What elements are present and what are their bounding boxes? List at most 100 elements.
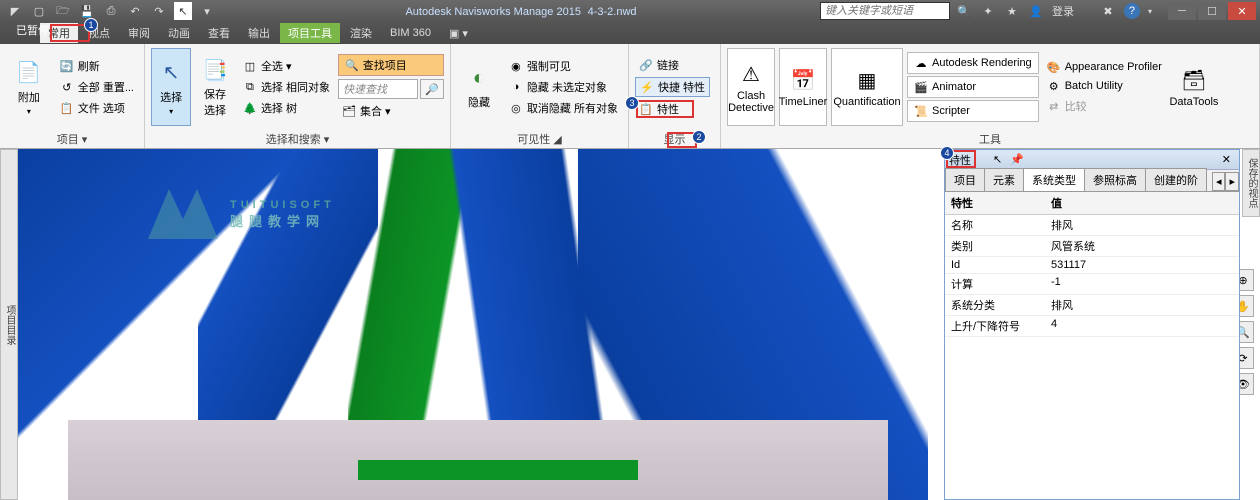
panel-close-button[interactable]: ✕ (1218, 153, 1235, 166)
batch-utility-button[interactable]: ⚙Batch Utility (1043, 78, 1166, 94)
tool-icon-2[interactable]: ★ (1004, 3, 1020, 19)
property-row[interactable]: 系统分类排风 (945, 295, 1239, 316)
profiler-icon: 🎨 (1047, 60, 1061, 74)
exchange-icon[interactable]: ✖ (1100, 3, 1116, 19)
binoculars-icon[interactable]: 🔍 (956, 3, 972, 19)
ptab-scroll-right-icon[interactable]: ▸ (1225, 172, 1239, 191)
minimize-button[interactable]: ─ (1168, 2, 1196, 20)
prop-key: 名称 (945, 215, 1045, 235)
left-tab-selection-tree[interactable]: 项目目录 (2, 301, 17, 349)
quantification-button[interactable]: ▦Quantification (831, 48, 903, 126)
redo-icon[interactable]: ↷ (150, 2, 168, 20)
tool-icon-1[interactable]: ✦ (980, 3, 996, 19)
prop-key: 系统分类 (945, 295, 1045, 315)
tab-item-tools[interactable]: 项目工具 (280, 23, 340, 43)
scripter-button[interactable]: 📜Scripter (907, 100, 1039, 122)
ptab-element[interactable]: 元素 (984, 168, 1024, 191)
require-button[interactable]: ◉强制可见 (505, 57, 622, 75)
marker-3: 3 (625, 96, 639, 110)
title-right-tools: 🔍 ✦ ★ 👤 登录 ✖ ? ▾ ─ ☐ ✕ (956, 2, 1260, 20)
reset-all-button[interactable]: ↺全部 重置... (56, 78, 138, 96)
select-same-button[interactable]: ⧉选择 相同对象 (239, 78, 334, 96)
ptab-item[interactable]: 项目 (945, 168, 985, 191)
timeliner-button[interactable]: 📅TimeLiner (779, 48, 827, 126)
require-icon: ◉ (509, 59, 523, 73)
close-button[interactable]: ✕ (1228, 2, 1256, 20)
hide-unselected-button[interactable]: ◑隐藏 未选定对象 (505, 78, 622, 96)
find-items-button[interactable]: 🔍查找项目 (338, 54, 444, 76)
autodesk-rendering-button[interactable]: ☁Autodesk Rendering (907, 52, 1039, 74)
save-selection-button[interactable]: 📑 保存 选择 (195, 48, 235, 126)
property-row[interactable]: 计算-1 (945, 274, 1239, 295)
hide-button[interactable]: ◐ 隐藏 (457, 48, 501, 126)
clash-icon: ⚠ (737, 60, 765, 88)
panel-tools: ⚠Clash Detective 📅TimeLiner ▦Quantificat… (721, 44, 1260, 148)
user-icon[interactable]: 👤 (1028, 3, 1044, 19)
tab-review[interactable]: 审阅 (120, 23, 158, 43)
qat-dropdown-icon[interactable]: ▾ (198, 2, 216, 20)
ptab-ref-level[interactable]: 参照标高 (1084, 168, 1146, 191)
marker-2: 2 (692, 130, 706, 144)
unhide-icon: ◎ (509, 101, 523, 115)
select-all-button[interactable]: ◫全选 ▾ (239, 57, 334, 75)
ptab-system-type[interactable]: 系统类型 (1023, 168, 1085, 191)
ptab-phase[interactable]: 创建的阶 (1145, 168, 1207, 191)
links-button[interactable]: 🔗链接 (635, 56, 710, 74)
animator-button[interactable]: 🎬Animator (907, 76, 1039, 98)
panel-expand-icon[interactable]: ◢ (553, 133, 561, 146)
help-icon[interactable]: ? (1124, 3, 1140, 19)
property-row[interactable]: 类别风管系统 (945, 236, 1239, 257)
tab-animation[interactable]: 动画 (160, 23, 198, 43)
ptab-scroll-left-icon[interactable]: ◂ (1212, 172, 1226, 191)
quick-props-button[interactable]: ⚡快捷 特性 (635, 77, 710, 97)
property-row[interactable]: Id531117 (945, 257, 1239, 274)
print-icon[interactable]: ⎙ (102, 2, 120, 20)
tab-view[interactable]: 查看 (200, 23, 238, 43)
links-icon: 🔗 (639, 58, 653, 72)
tab-extras-icon[interactable]: ▣ ▾ (441, 25, 476, 42)
sets-button[interactable]: 🗂集合 ▾ (338, 102, 444, 120)
maximize-button[interactable]: ☐ (1198, 2, 1226, 20)
find-icon: 🔍 (345, 59, 359, 72)
file-options-button[interactable]: 📋文件 选项 (56, 99, 138, 117)
title-bar: ◤ ▢ 🗁 💾 ⎙ ↶ ↷ ↖ ▾ Autodesk Navisworks Ma… (0, 0, 1260, 22)
quant-icon: ▦ (853, 66, 881, 94)
right-tab-saved-viewpoints[interactable]: 保存的视点 (1244, 154, 1259, 212)
append-button[interactable]: 📄 附加▾ (6, 48, 52, 126)
tab-output[interactable]: 输出 (240, 23, 278, 43)
panel-label-select: 选择和搜索 ▾ (145, 130, 450, 148)
appearance-profiler-button[interactable]: 🎨Appearance Profiler (1043, 59, 1166, 75)
datatools-button[interactable]: 🗃DataTools (1170, 48, 1218, 126)
refresh-button[interactable]: 🔄刷新 (56, 57, 138, 75)
select-button[interactable]: ↖ 选择▾ (151, 48, 191, 126)
unhide-all-button[interactable]: ◎取消隐藏 所有对象 (505, 99, 622, 117)
tab-render[interactable]: 渲染 (342, 23, 380, 43)
panel-select: ↖ 选择▾ 📑 保存 选择 ◫全选 ▾ ⧉选择 相同对象 🌲选择 树 🔍查找项目… (145, 44, 451, 148)
undo-icon[interactable]: ↶ (126, 2, 144, 20)
prop-key: 类别 (945, 236, 1045, 256)
help-dropdown-icon[interactable]: ▾ (1148, 7, 1152, 16)
selection-tree-button[interactable]: 🌲选择 树 (239, 99, 334, 117)
pin-icon[interactable]: 📌 (1006, 153, 1028, 166)
quick-find-go-button[interactable]: 🔎 (420, 79, 444, 99)
compare-button[interactable]: ⇄比较 (1043, 97, 1166, 115)
open-icon[interactable]: 🗁 (54, 2, 72, 20)
properties-titlebar[interactable]: 特性 ↖ 📌 ✕ (945, 150, 1239, 170)
tab-bim360[interactable]: BIM 360 (382, 25, 439, 41)
cursor-icon[interactable]: ↖ (174, 2, 192, 20)
keyword-search-input[interactable] (820, 2, 950, 20)
new-icon[interactable]: ▢ (30, 2, 48, 20)
login-button[interactable]: 登录 (1052, 3, 1074, 19)
quick-find-input[interactable]: 快速查找 (338, 79, 418, 99)
app-title: Autodesk Navisworks Manage 2015 4-3-2.nw… (222, 4, 820, 18)
property-row[interactable]: 上升/下降符号4 (945, 316, 1239, 337)
hide-icon: ◐ (465, 64, 493, 92)
append-icon: 📄 (15, 59, 43, 87)
right-dock-bar: 保存的视点 (1242, 149, 1260, 217)
marker-1: 1 (84, 18, 98, 32)
app-menu-icon[interactable]: ◤ (6, 2, 24, 20)
clash-detective-button[interactable]: ⚠Clash Detective (727, 48, 775, 126)
save-icon[interactable]: 💾 (78, 2, 96, 20)
compare-icon: ⇄ (1047, 99, 1061, 113)
property-row[interactable]: 名称排风 (945, 215, 1239, 236)
